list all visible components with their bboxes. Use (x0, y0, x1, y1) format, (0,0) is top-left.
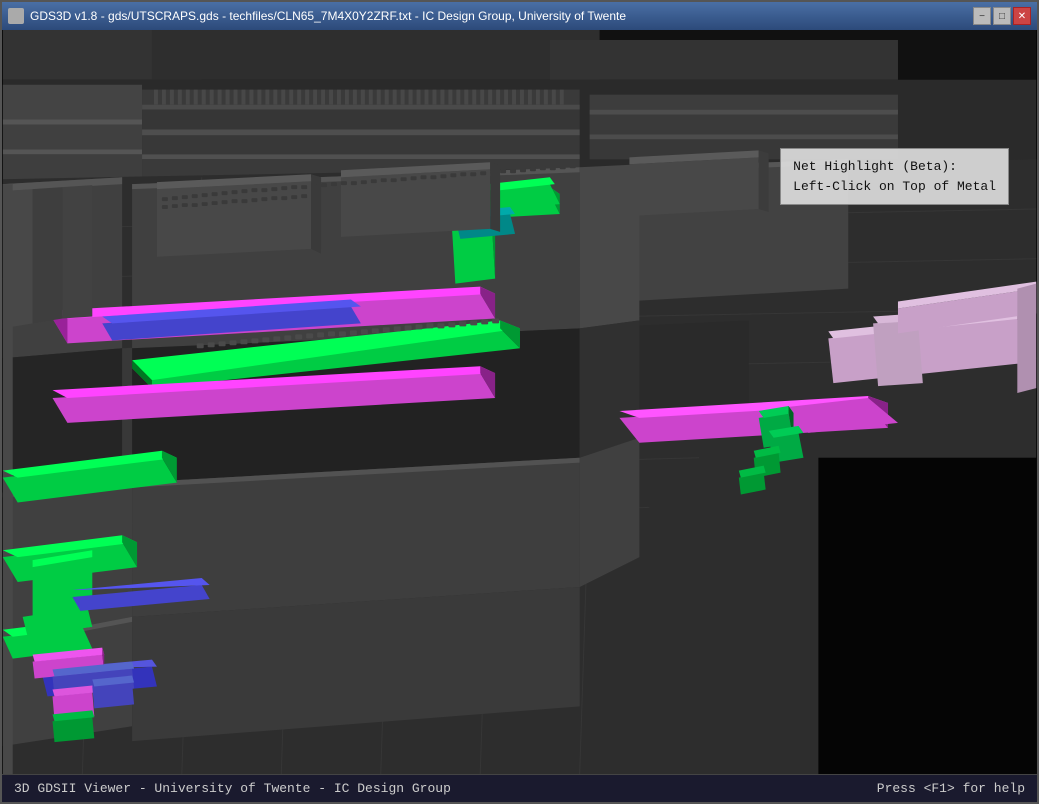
application-window: GDS3D v1.8 - gds/UTSCRAPS.gds - techfile… (0, 0, 1039, 804)
minimize-button[interactable]: − (973, 7, 991, 25)
maximize-button[interactable]: □ (993, 7, 1011, 25)
titlebar: GDS3D v1.8 - gds/UTSCRAPS.gds - techfile… (2, 2, 1037, 30)
3d-viewport[interactable]: Net Highlight (Beta): Left-Click on Top … (2, 30, 1037, 774)
app-icon (8, 8, 24, 24)
titlebar-left: GDS3D v1.8 - gds/UTSCRAPS.gds - techfile… (8, 8, 626, 24)
statusbar-left-text: 3D GDSII Viewer - University of Twente -… (14, 781, 451, 796)
tooltip-line1: Net Highlight (Beta): (793, 157, 996, 177)
scene-svg (2, 30, 1037, 774)
net-highlight-tooltip: Net Highlight (Beta): Left-Click on Top … (780, 148, 1009, 205)
statusbar: 3D GDSII Viewer - University of Twente -… (2, 774, 1037, 802)
window-controls[interactable]: − □ ✕ (973, 7, 1031, 25)
statusbar-right-text: Press <F1> for help (877, 781, 1025, 796)
close-button[interactable]: ✕ (1013, 7, 1031, 25)
tooltip-line2: Left-Click on Top of Metal (793, 177, 996, 197)
window-title: GDS3D v1.8 - gds/UTSCRAPS.gds - techfile… (30, 9, 626, 23)
